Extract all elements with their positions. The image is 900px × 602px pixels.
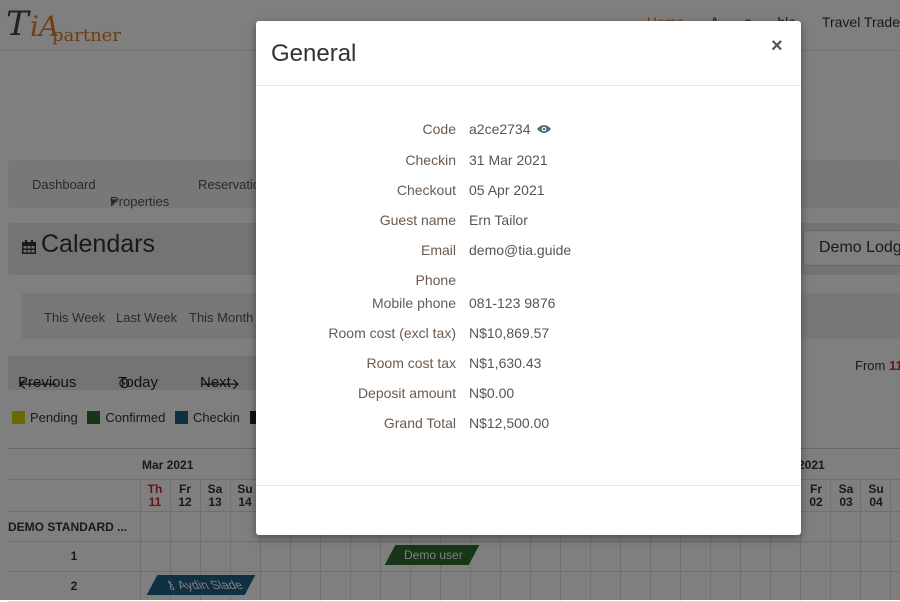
field-label: Checkin bbox=[405, 152, 456, 168]
field-label: Deposit amount bbox=[357, 385, 456, 401]
field-label: Code bbox=[422, 121, 456, 137]
field-value: N$1,630.43 bbox=[469, 355, 542, 371]
field-label: Checkout bbox=[396, 182, 456, 198]
field-value: Ern Tailor bbox=[469, 212, 528, 228]
modal-title: General bbox=[271, 40, 357, 67]
field-value: 081-123 9876 bbox=[469, 295, 556, 311]
field-value: N$10,869.57 bbox=[469, 325, 550, 341]
booking-details-modal: General × Code a2ce2734 Checkin 31 Mar 2… bbox=[256, 21, 801, 535]
field-label: Grand Total bbox=[383, 415, 456, 431]
field-value: N$12,500.00 bbox=[469, 415, 550, 431]
field-label: Email bbox=[420, 242, 456, 258]
field-label: Room cost (excl tax) bbox=[328, 325, 456, 341]
field-value: 05 Apr 2021 bbox=[469, 182, 545, 198]
field-value: a2ce2734 bbox=[469, 121, 551, 137]
modal-footer-divider bbox=[256, 485, 801, 486]
field-label: Phone bbox=[415, 272, 456, 288]
field-label: Room cost tax bbox=[366, 355, 456, 371]
field-label: Mobile phone bbox=[371, 295, 456, 311]
field-value: 31 Mar 2021 bbox=[469, 152, 548, 168]
field-label: Guest name bbox=[379, 212, 456, 228]
field-value: demo@tia.guide bbox=[469, 242, 572, 258]
field-value: N$0.00 bbox=[469, 385, 515, 401]
close-icon[interactable]: × bbox=[771, 35, 783, 58]
eye-icon[interactable] bbox=[536, 124, 551, 134]
modal-header: General × bbox=[256, 21, 801, 86]
